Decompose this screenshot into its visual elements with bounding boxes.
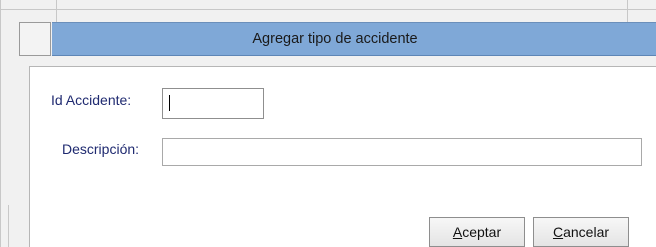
cancelar-mnemonic: C	[552, 224, 564, 240]
background-gridline	[0, 9, 656, 10]
background-gridline	[8, 205, 9, 247]
cancelar-label-rest: ancelar	[563, 224, 610, 240]
cancelar-button[interactable]: Cancelar	[533, 217, 629, 247]
aceptar-mnemonic: A	[452, 224, 463, 240]
descripcion-input[interactable]	[162, 138, 642, 166]
record-selector[interactable]	[19, 22, 51, 56]
id-accidente-label: Id Accidente:	[51, 92, 132, 108]
background-gridline	[56, 0, 57, 22]
descripcion-label: Descripción:	[62, 141, 140, 157]
id-accidente-input[interactable]	[162, 88, 264, 119]
background-gridline	[627, 0, 628, 22]
aceptar-button[interactable]: Aceptar	[429, 217, 525, 247]
aceptar-label-rest: ceptar	[462, 224, 502, 240]
background-gridline	[0, 0, 1, 247]
form-header: Agregar tipo de accidente	[52, 22, 656, 56]
form-title: Agregar tipo de accidente	[252, 31, 418, 47]
text-caret	[169, 95, 170, 111]
